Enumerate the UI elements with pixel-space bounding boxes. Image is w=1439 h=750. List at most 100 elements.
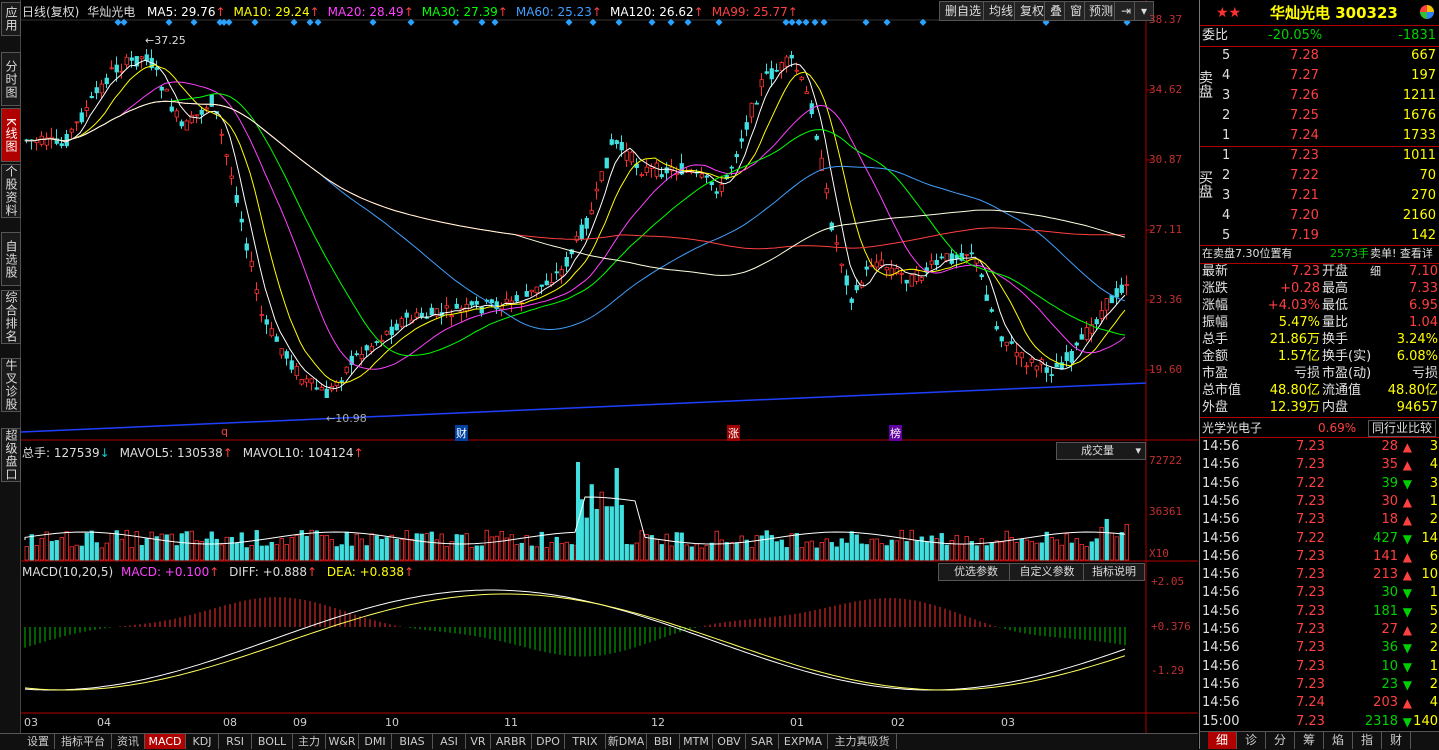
tool-button[interactable]: 删自选 — [939, 1, 987, 21]
stat-row: 总市值 48.80亿 流通值 48.80亿 — [1202, 383, 1438, 398]
bid-row[interactable]: 3 7.21 270 — [1200, 187, 1439, 205]
indicator-tab[interactable]: RSI — [219, 734, 252, 749]
price-axis-label: 34.62 — [1149, 83, 1183, 96]
price-axis-label: 30.87 — [1149, 153, 1183, 166]
macd-param-button[interactable]: 指标说明 — [1083, 563, 1145, 581]
macd-axis-label: -1.29 — [1151, 664, 1185, 677]
indicator-tab[interactable]: 设置 — [22, 734, 55, 749]
macd-param-button[interactable]: 优选参数 — [938, 563, 1014, 581]
ma-legend-item: MA99: 25.77 — [711, 5, 788, 19]
indicator-dropdown[interactable]: 成交量 ▾ — [1056, 442, 1146, 460]
macd-value: MACD: +0.100 — [120, 565, 210, 579]
indicator-tab[interactable]: ARBR — [491, 734, 532, 749]
ask-row[interactable]: 2 7.25 1676 — [1200, 107, 1439, 125]
stat-row: 总手 21.86万 换手 3.24% — [1202, 332, 1438, 347]
indicator-tab[interactable]: W&R — [326, 734, 359, 749]
webi-row: 委比 -20.05% -1831 — [1202, 28, 1436, 43]
indicator-tab[interactable]: 指标平台 — [55, 734, 112, 749]
indicator-tab[interactable]: BIAS — [392, 734, 433, 749]
quote-tab[interactable]: 细 — [1208, 732, 1237, 749]
sidebar-tab-4[interactable]: 自选股 — [1, 232, 21, 286]
sidebar-tab-3[interactable]: 个股资料 — [1, 164, 21, 218]
bid-row[interactable]: 1 7.23 1011 — [1200, 147, 1439, 165]
event-marker[interactable]: 财 — [455, 425, 468, 441]
indicator-tab[interactable]: MTM — [680, 734, 713, 749]
event-marker[interactable]: 涨 — [727, 425, 740, 441]
indicator-tab[interactable]: BOLL — [252, 734, 293, 749]
tick-row: 14:56 7.23 213 ▲ 10 — [1202, 567, 1438, 583]
indicator-tab[interactable]: 资讯 — [112, 734, 145, 749]
price-axis-label: 19.60 — [1149, 363, 1183, 376]
tick-row: 14:56 7.23 23 ▼ 2 — [1202, 676, 1438, 692]
indicator-tab[interactable]: BBI — [647, 734, 680, 749]
ma-legend-item: MA30: 27.39 — [421, 5, 498, 19]
tick-row: 14:56 7.23 36 ▼ 2 — [1202, 640, 1438, 656]
indicator-tab[interactable]: 主力 — [293, 734, 326, 749]
arrow-down-icon: ▼ — [1402, 586, 1412, 601]
tool-button[interactable]: 预测 — [1084, 1, 1118, 21]
indicator-tab[interactable]: 新DMA — [606, 734, 647, 749]
event-marker[interactable]: 榜 — [889, 425, 902, 441]
indicator-tab[interactable]: DMI — [359, 734, 392, 749]
indicator-tab[interactable]: OBV — [713, 734, 746, 749]
macd-title: MACD(10,20,5) — [22, 565, 114, 579]
sidebar-tab-6[interactable]: 牛叉诊股 — [1, 358, 21, 412]
bid-row[interactable]: 2 7.22 70 — [1200, 167, 1439, 185]
star-icon[interactable]: ★★ — [1216, 2, 1241, 24]
x-axis-label: 12 — [651, 716, 665, 729]
indicator-tab[interactable]: KDJ — [186, 734, 219, 749]
indicator-tab[interactable]: TRIX — [565, 734, 606, 749]
quote-tab[interactable]: 焰 — [1324, 732, 1353, 749]
globe-icon[interactable] — [1420, 5, 1434, 19]
tick-row: 14:56 7.22 39 ▼ 3 — [1202, 475, 1438, 491]
chart-area[interactable]: 日线(复权) 华灿光电 MA5: 29.76↑ MA10: 29.24↑ MA20:… — [21, 0, 1198, 733]
arrow-up-icon: ▲ — [1402, 549, 1412, 564]
x-axis-label: 02 — [891, 716, 905, 729]
indicator-tab[interactable]: ASI — [433, 734, 466, 749]
sidebar-tab-5[interactable]: 综合排名 — [1, 290, 21, 344]
arrow-down-icon: ▼ — [1402, 604, 1412, 619]
high-annotation: ←37.25 — [145, 34, 186, 47]
indicator-tab[interactable]: MACD — [145, 734, 186, 749]
ask-row[interactable]: 4 7.27 197 — [1200, 67, 1439, 85]
ask-row[interactable]: 5 7.28 667 — [1200, 47, 1439, 65]
bid-row[interactable]: 5 7.19 142 — [1200, 227, 1439, 245]
quote-tab[interactable]: 诊 — [1237, 732, 1266, 749]
quote-tab-bar: 细诊分筹焰指财 — [1200, 731, 1439, 750]
event-marker[interactable]: q — [220, 425, 229, 438]
indicator-tab[interactable]: SAR — [746, 734, 779, 749]
indicator-tab[interactable]: VR — [466, 734, 491, 749]
quote-tab[interactable]: 财 — [1382, 732, 1411, 749]
quote-tab[interactable]: 分 — [1266, 732, 1295, 749]
order-info[interactable]: 在卖盘7.30位置有 2573手 卖单! 查看详细 — [1200, 245, 1439, 278]
quote-tab[interactable]: 指 — [1353, 732, 1382, 749]
tick-row: 14:56 7.24 203 ▲ 4 — [1202, 695, 1438, 711]
tick-row: 14:56 7.22 427 ▼ 14 — [1202, 530, 1438, 546]
arrow-up-icon: ▲ — [1402, 623, 1412, 637]
quote-tab[interactable]: 筹 — [1295, 732, 1324, 749]
indicator-tab[interactable]: DPO — [532, 734, 565, 749]
industry-compare-button[interactable]: 同行业比较 — [1368, 420, 1437, 437]
ma-legend-item: MA120: 26.62 — [609, 5, 694, 19]
x-axis-label: 01 — [790, 716, 804, 729]
stat-row: 市盈 亏损 市盈(动) 亏损 — [1202, 366, 1438, 381]
indicator-tab[interactable]: EXPMA — [779, 734, 828, 749]
macd-param-button[interactable]: 自定义参数 — [1009, 563, 1085, 581]
tick-row: 14:56 7.23 30 ▼ 1 — [1202, 585, 1438, 601]
ask-row[interactable]: 1 7.24 1733 — [1200, 127, 1439, 145]
left-sidebar: 应用分时图 K线图 个股资料自选股综合排名牛叉诊股超级盘口 — [0, 0, 21, 749]
arrow-down-icon: ▼ — [1402, 714, 1412, 729]
tick-row: 14:56 7.23 10 ▼ 1 — [1202, 658, 1438, 674]
indicator-tab[interactable]: 主力真吸货 — [828, 734, 897, 749]
sidebar-tab-2[interactable]: K线图 — [1, 108, 21, 162]
arrow-down-icon: ▼ — [1402, 659, 1412, 674]
ma-legend-item: MA20: 28.49 — [327, 5, 404, 19]
sidebar-tab-0[interactable]: 应用 — [1, 2, 21, 36]
arrow-up-icon: ▲ — [1402, 513, 1412, 528]
mavol10: MAVOL10: 104124 — [242, 446, 354, 460]
bid-row[interactable]: 4 7.20 2160 — [1200, 207, 1439, 225]
sidebar-tab-1[interactable]: 分时图 — [1, 52, 21, 106]
kline-chart[interactable] — [21, 0, 1198, 733]
sidebar-tab-7[interactable]: 超级盘口 — [1, 428, 21, 482]
ask-row[interactable]: 3 7.26 1211 — [1200, 87, 1439, 105]
